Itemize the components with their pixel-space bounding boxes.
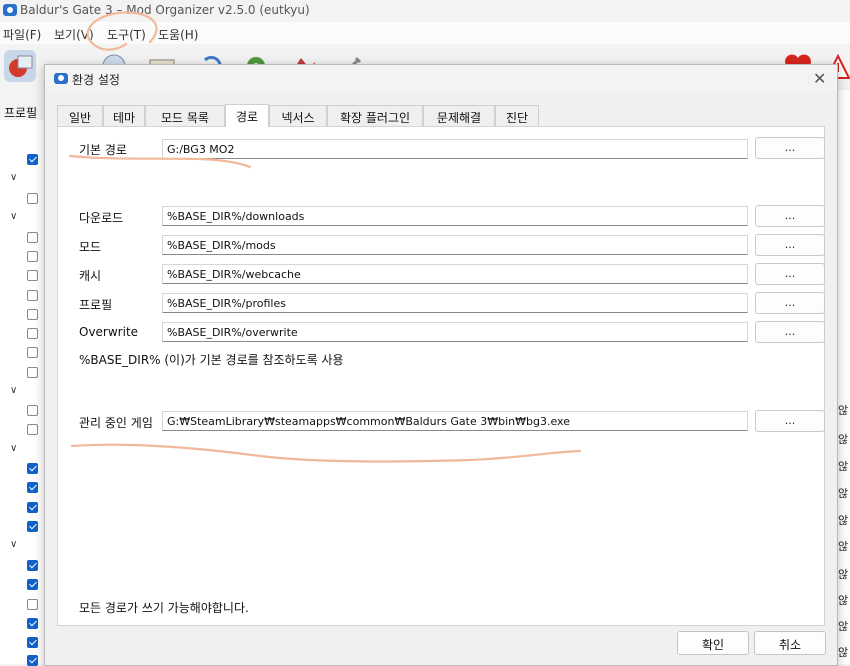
mods-browse-button[interactable]: ... [755, 234, 825, 256]
mod-checkbox[interactable] [27, 290, 38, 301]
tab-workarounds[interactable]: 문제해결 [423, 105, 495, 126]
mod-checkbox[interactable] [27, 560, 38, 571]
chevron-down-icon[interactable]: ∨ [10, 539, 17, 550]
right-pane-cell: 않 [838, 487, 849, 500]
settings-dialog: 환경 설정 ✕ 일반 테마 모드 목록 경로 넥서스 확장 플러그인 문제해결 … [44, 64, 838, 666]
overwrite-path-input[interactable] [162, 322, 748, 342]
mod-checkbox[interactable] [27, 655, 38, 666]
mod-checkbox[interactable] [27, 502, 38, 513]
dialog-titlebar: 환경 설정 ✕ [45, 65, 837, 91]
mod-checkbox[interactable] [27, 367, 38, 378]
paths-panel: 기본 경로 ... 다운로드 ... 모드 ... 캐시 ... 프로필 ...… [57, 126, 825, 626]
base-path-label: 기본 경로 [79, 143, 127, 157]
menu-help[interactable]: 도움(H) [158, 26, 198, 43]
chevron-down-icon[interactable]: ∨ [10, 385, 17, 396]
right-pane-cell: 않 [838, 460, 849, 473]
menu-file[interactable]: 파일(F) [3, 26, 41, 43]
cache-path-input[interactable] [162, 264, 748, 284]
mod-checkbox[interactable] [27, 232, 38, 243]
tab-plugins[interactable]: 확장 플러그인 [327, 105, 423, 126]
base-path-browse-button[interactable]: ... [755, 137, 825, 159]
base-dir-note: %BASE_DIR% (이)가 기본 경로를 참조하도록 사용 [79, 353, 344, 367]
main-window-title: Baldur's Gate 3 – Mod Organizer v2.5.0 (… [20, 3, 310, 17]
tab-paths[interactable]: 경로 [225, 104, 269, 127]
mod-checkbox[interactable] [27, 309, 38, 320]
tab-theme[interactable]: 테마 [103, 105, 145, 126]
ok-button[interactable]: 확인 [677, 631, 749, 655]
right-pane-cell: 않 [838, 540, 849, 553]
dialog-title: 환경 설정 [72, 73, 120, 87]
overwrite-browse-button[interactable]: ... [755, 321, 825, 343]
mod-checkbox[interactable] [27, 424, 38, 435]
menu-view[interactable]: 보기(V) [54, 26, 94, 43]
tab-mod-list[interactable]: 모드 목록 [145, 105, 225, 126]
dialog-app-icon [54, 73, 68, 84]
tab-nexus[interactable]: 넥서스 [269, 105, 327, 126]
mods-label: 모드 [79, 240, 102, 254]
right-pane-cell: 않 [838, 514, 849, 527]
mod-checkbox[interactable] [27, 328, 38, 339]
profiles-browse-button[interactable]: ... [755, 292, 825, 314]
mod-list-column [0, 120, 45, 664]
downloads-path-input[interactable] [162, 206, 748, 226]
overwrite-label: Overwrite [79, 325, 139, 339]
mod-checkbox[interactable] [27, 193, 38, 204]
app-icon [3, 4, 17, 16]
right-pane-cell: 않 [838, 646, 849, 659]
managed-game-input[interactable] [162, 411, 748, 431]
close-icon[interactable]: ✕ [813, 69, 826, 88]
mod-checkbox[interactable] [27, 154, 38, 165]
mod-checkbox[interactable] [27, 618, 38, 629]
profile-label: 프로필 [4, 106, 38, 120]
right-pane-cell: 않 [838, 404, 849, 417]
chevron-down-icon[interactable]: ∨ [10, 443, 17, 454]
right-pane-cell: 않 [838, 594, 849, 607]
mod-checkbox[interactable] [27, 599, 38, 610]
managed-game-label: 관리 중인 게임 [79, 416, 153, 430]
mod-checkbox[interactable] [27, 637, 38, 648]
right-pane-cell: 않 [838, 433, 849, 446]
paths-writable-note: 모든 경로가 쓰기 가능해야합니다. [79, 601, 249, 615]
mod-checkbox[interactable] [27, 482, 38, 493]
menu-tools[interactable]: 도구(T) [107, 26, 146, 43]
right-pane-cell: 않 [838, 620, 849, 633]
cache-label: 캐시 [79, 269, 102, 283]
right-pane-cell: 않 [838, 568, 849, 581]
cache-browse-button[interactable]: ... [755, 263, 825, 285]
menu-bar: 파일(F) 보기(V) 도구(T) 도움(H) [0, 22, 850, 44]
mod-checkbox[interactable] [27, 405, 38, 416]
mod-checkbox[interactable] [27, 251, 38, 262]
mod-checkbox[interactable] [27, 579, 38, 590]
mod-checkbox[interactable] [27, 347, 38, 358]
chevron-down-icon[interactable]: ∨ [10, 211, 17, 222]
profiles-path-input[interactable] [162, 293, 748, 313]
downloads-label: 다운로드 [79, 211, 124, 225]
mod-checkbox[interactable] [27, 270, 38, 281]
cancel-button[interactable]: 취소 [754, 631, 826, 655]
mod-checkbox[interactable] [27, 521, 38, 532]
main-window-titlebar: Baldur's Gate 3 – Mod Organizer v2.5.0 (… [0, 0, 850, 22]
managed-game-browse-button[interactable]: ... [755, 410, 825, 432]
tab-general[interactable]: 일반 [57, 105, 103, 126]
instance-icon[interactable] [4, 50, 36, 82]
mod-checkbox[interactable] [27, 463, 38, 474]
profiles-label: 프로필 [79, 298, 113, 312]
mods-path-input[interactable] [162, 235, 748, 255]
base-path-input[interactable] [162, 139, 748, 159]
chevron-down-icon[interactable]: ∨ [10, 172, 17, 183]
tab-diagnostics[interactable]: 진단 [495, 105, 539, 126]
downloads-browse-button[interactable]: ... [755, 205, 825, 227]
